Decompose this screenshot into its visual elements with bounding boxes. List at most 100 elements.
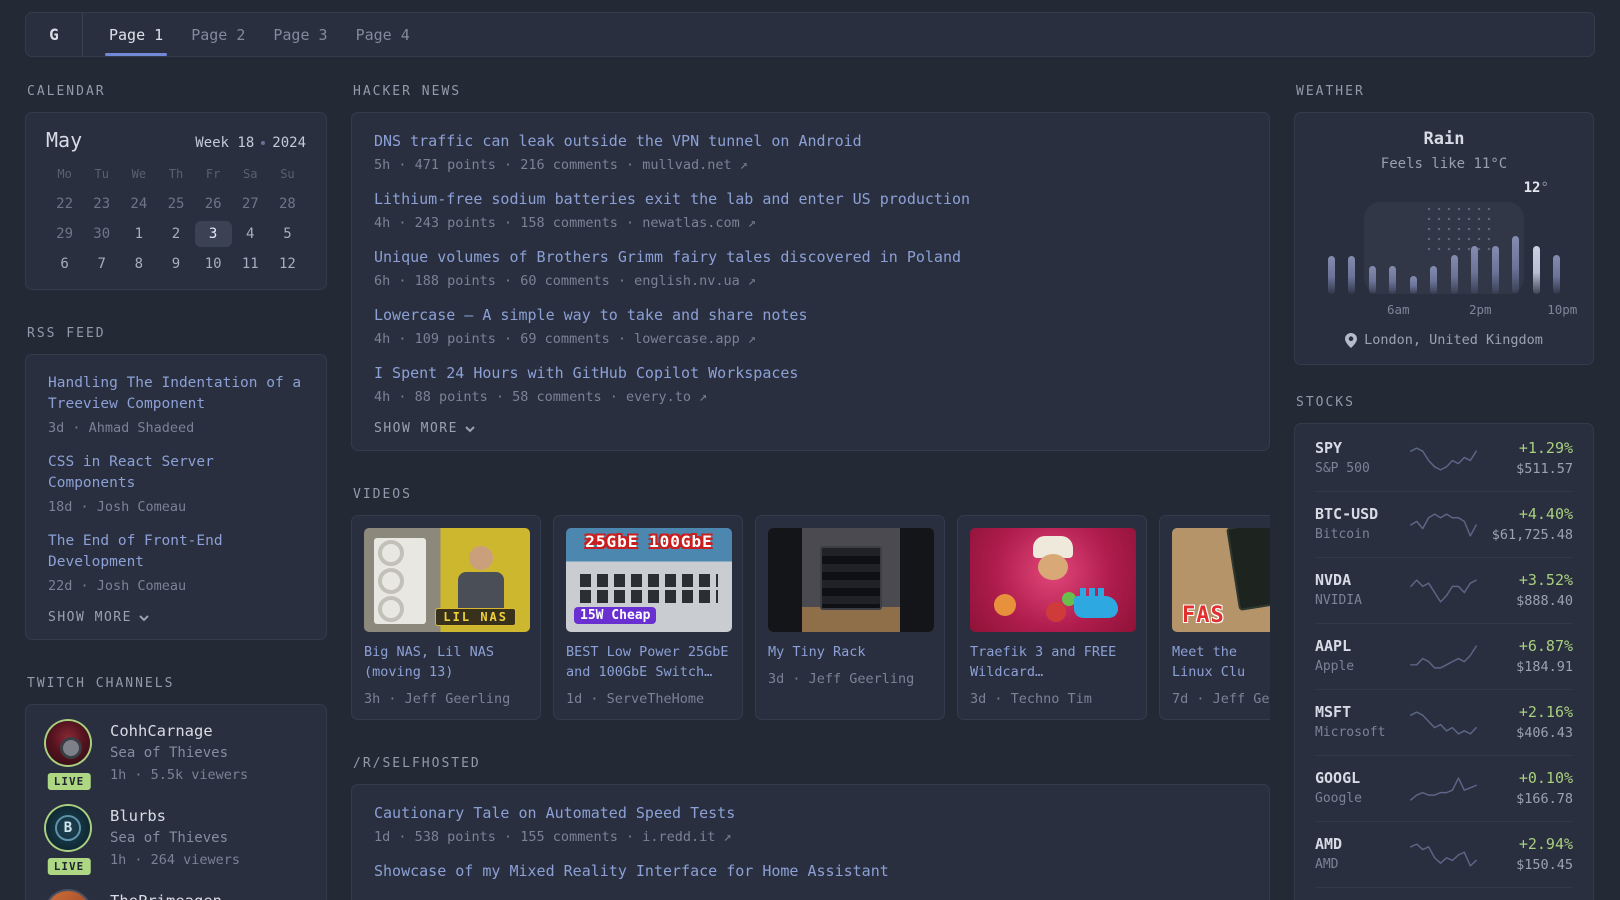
video-title[interactable]: Traefik 3 and FREE Wildcard… bbox=[970, 642, 1134, 682]
weather-bar bbox=[1471, 246, 1479, 294]
channel-name[interactable]: Blurbs bbox=[110, 806, 240, 826]
reddit-widget: Cautionary Tale on Automated Speed Tests… bbox=[351, 784, 1270, 900]
app-logo[interactable]: G bbox=[26, 13, 83, 56]
stock-price: $61,725.48 bbox=[1491, 527, 1574, 543]
switch-ports-graphic bbox=[580, 574, 718, 587]
calendar-grid: Mo Tu We Th Fr Sa Su 22 23 24 25 26 27 2… bbox=[46, 164, 306, 277]
calendar-day: 5 bbox=[283, 226, 292, 242]
calendar-day: 27 bbox=[241, 196, 259, 212]
channel-meta: 1h · 264 viewers bbox=[110, 852, 241, 868]
rss-item: The End of Front-End Development 22d · J… bbox=[48, 531, 304, 595]
weather-bar bbox=[1491, 246, 1499, 294]
center-column: HACKER NEWS DNS traffic can leak outside… bbox=[351, 84, 1270, 900]
stock-symbol: AMD bbox=[1315, 835, 1343, 853]
reddit-item-link[interactable]: Cautionary Tale on Automated Speed Tests bbox=[374, 803, 1247, 824]
reddit-section-title: /R/SELFHOSTED bbox=[353, 756, 481, 771]
video-thumbnail[interactable]: LIL NAS bbox=[364, 528, 530, 632]
person-graphic bbox=[458, 546, 504, 616]
stock-row[interactable]: MSFT Microsoft +2.16% $406.43 bbox=[1315, 689, 1573, 755]
calendar-day: 22 bbox=[56, 196, 73, 212]
page-tabs: Page 1 Page 2 Page 3 Page 4 bbox=[83, 13, 424, 56]
video-title[interactable]: Meet the Linux Clu bbox=[1172, 642, 1270, 682]
video-card[interactable]: Traefik 3 and FREE Wildcard… 3d · Techno … bbox=[957, 515, 1147, 720]
weather-bar bbox=[1409, 276, 1417, 294]
calendar-day: 8 bbox=[134, 256, 144, 272]
avatar-initial: B bbox=[55, 815, 81, 841]
stock-name: AMD bbox=[1315, 857, 1339, 872]
video-card[interactable]: FAS Meet theLinux Clu 7d · Jeff Geerling bbox=[1159, 515, 1270, 720]
stock-change: +0.10% bbox=[1518, 769, 1574, 787]
video-thumbnail[interactable] bbox=[768, 528, 934, 632]
video-title[interactable]: My Tiny Rack bbox=[768, 642, 932, 662]
stock-symbol: AAPL bbox=[1315, 637, 1352, 655]
video-title[interactable]: BEST Low Power 25GbE and 100GbE Switch… bbox=[566, 642, 730, 682]
tab-page-1[interactable]: Page 1 bbox=[95, 13, 177, 56]
weather-bar bbox=[1532, 246, 1540, 294]
video-thumbnail[interactable]: 25GbE 100GbE 15W Cheap bbox=[566, 528, 732, 632]
stock-sparkline bbox=[1410, 644, 1478, 669]
stock-row[interactable]: RDDTReddit -1.65% bbox=[1315, 887, 1573, 900]
stock-name: Microsoft bbox=[1315, 725, 1386, 740]
calendar-section-title: CALENDAR bbox=[27, 84, 106, 99]
video-meta: 1d · ServeTheHome bbox=[566, 691, 705, 707]
top-nav: G Page 1 Page 2 Page 3 Page 4 bbox=[25, 12, 1595, 57]
calendar-day: 30 bbox=[93, 226, 111, 242]
weather-feels-like: Feels like 11°C bbox=[1380, 156, 1508, 172]
hn-item-link[interactable]: DNS traffic can leak outside the VPN tun… bbox=[374, 131, 1247, 152]
rss-item: Handling The Indentation of a Treeview C… bbox=[48, 373, 304, 437]
stock-row[interactable]: AAPL Apple +6.87% $184.91 bbox=[1315, 623, 1573, 689]
channel-name[interactable]: ThePrimeagen bbox=[110, 891, 222, 900]
reddit-item-link[interactable]: Showcase of my Mixed Reality Interface f… bbox=[374, 861, 1247, 882]
tab-page-2[interactable]: Page 2 bbox=[177, 13, 259, 56]
calendar-day: 6 bbox=[60, 256, 69, 272]
videos-widget: LIL NAS Big NAS, Lil NAS (moving 13) 3h ·… bbox=[351, 515, 1270, 720]
stock-row[interactable]: SPY S&P 500 +1.29% $511.57 bbox=[1315, 426, 1573, 491]
video-thumbnail[interactable] bbox=[970, 528, 1136, 632]
hn-item-link[interactable]: Unique volumes of Brothers Grimm fairy t… bbox=[374, 247, 1247, 268]
tab-page-4[interactable]: Page 4 bbox=[342, 13, 424, 56]
rss-item-link[interactable]: CSS in React Server Components bbox=[48, 452, 304, 494]
weather-bar bbox=[1450, 255, 1458, 294]
hn-show-more-button[interactable]: SHOW MORE bbox=[374, 421, 1247, 436]
stock-row[interactable]: BTC-USD Bitcoin +4.40% $61,725.48 bbox=[1315, 491, 1573, 557]
dow-label: Fr bbox=[205, 167, 221, 181]
rss-item-link[interactable]: The End of Front-End Development bbox=[48, 531, 304, 573]
thumbnail-text: FAS bbox=[1182, 603, 1225, 628]
weather-time-label: 2pm bbox=[1468, 302, 1492, 317]
hn-item-link[interactable]: I Spent 24 Hours with GitHub Copilot Wor… bbox=[374, 363, 1247, 384]
calendar-day: 28 bbox=[278, 196, 296, 212]
stock-change: +6.87% bbox=[1518, 637, 1574, 655]
channel-name[interactable]: CohhCarnage bbox=[110, 721, 248, 741]
tab-page-3[interactable]: Page 3 bbox=[259, 13, 341, 56]
weather-bar bbox=[1327, 256, 1335, 294]
hn-section-title: HACKER NEWS bbox=[353, 84, 462, 99]
stock-row[interactable]: NVDA NVIDIA +3.52% $888.40 bbox=[1315, 557, 1573, 623]
video-card[interactable]: 25GbE 100GbE 15W Cheap BEST Low Power 25… bbox=[553, 515, 743, 720]
thumbnail-badge-text: 15W Cheap bbox=[574, 607, 657, 624]
dow-label: Tu bbox=[94, 167, 109, 181]
stock-row[interactable]: AMD AMD +2.94% $150.45 bbox=[1315, 821, 1573, 887]
twitch-channel-row[interactable]: ThePrimeagen bbox=[46, 891, 306, 900]
calendar-day: 9 bbox=[171, 256, 181, 272]
calendar-week: Week 18 2024 bbox=[195, 135, 306, 151]
video-thumbnail[interactable]: FAS bbox=[1172, 528, 1270, 632]
rss-item-link[interactable]: Handling The Indentation of a Treeview C… bbox=[48, 373, 304, 415]
video-card[interactable]: LIL NAS Big NAS, Lil NAS (moving 13) 3h ·… bbox=[351, 515, 541, 720]
stock-change: +1.29% bbox=[1518, 439, 1574, 457]
twitch-channel-row[interactable]: B LIVE Blurbs Sea of Thieves 1h · 264 vi… bbox=[45, 806, 306, 877]
stock-row[interactable]: GOOGL Google +0.10% $166.78 bbox=[1315, 755, 1573, 821]
stock-name: Apple bbox=[1315, 659, 1355, 674]
calendar-day: 25 bbox=[167, 196, 185, 212]
video-title[interactable]: Big NAS, Lil NAS (moving 13) bbox=[364, 642, 528, 682]
stock-price: $150.45 bbox=[1516, 857, 1574, 873]
calendar-day: 29 bbox=[56, 226, 73, 242]
dashboard-page: G Page 1 Page 2 Page 3 Page 4 CALENDAR M… bbox=[25, 12, 1595, 900]
video-card[interactable]: My Tiny Rack 3d · Jeff Geerling bbox=[755, 515, 945, 720]
hn-item-link[interactable]: Lithium-free sodium batteries exit the l… bbox=[374, 189, 1247, 210]
hn-item: Lithium-free sodium batteries exit the l… bbox=[374, 189, 1247, 232]
twitch-channel-row[interactable]: LIVE CohhCarnage Sea of Thieves 1h · 5.5… bbox=[45, 721, 306, 792]
dow-label: Mo bbox=[57, 167, 72, 181]
hn-item-link[interactable]: Lowercase – A simple way to take and sha… bbox=[374, 305, 1247, 326]
chevron-down-icon bbox=[465, 425, 475, 432]
rss-show-more-button[interactable]: SHOW MORE bbox=[48, 610, 304, 625]
